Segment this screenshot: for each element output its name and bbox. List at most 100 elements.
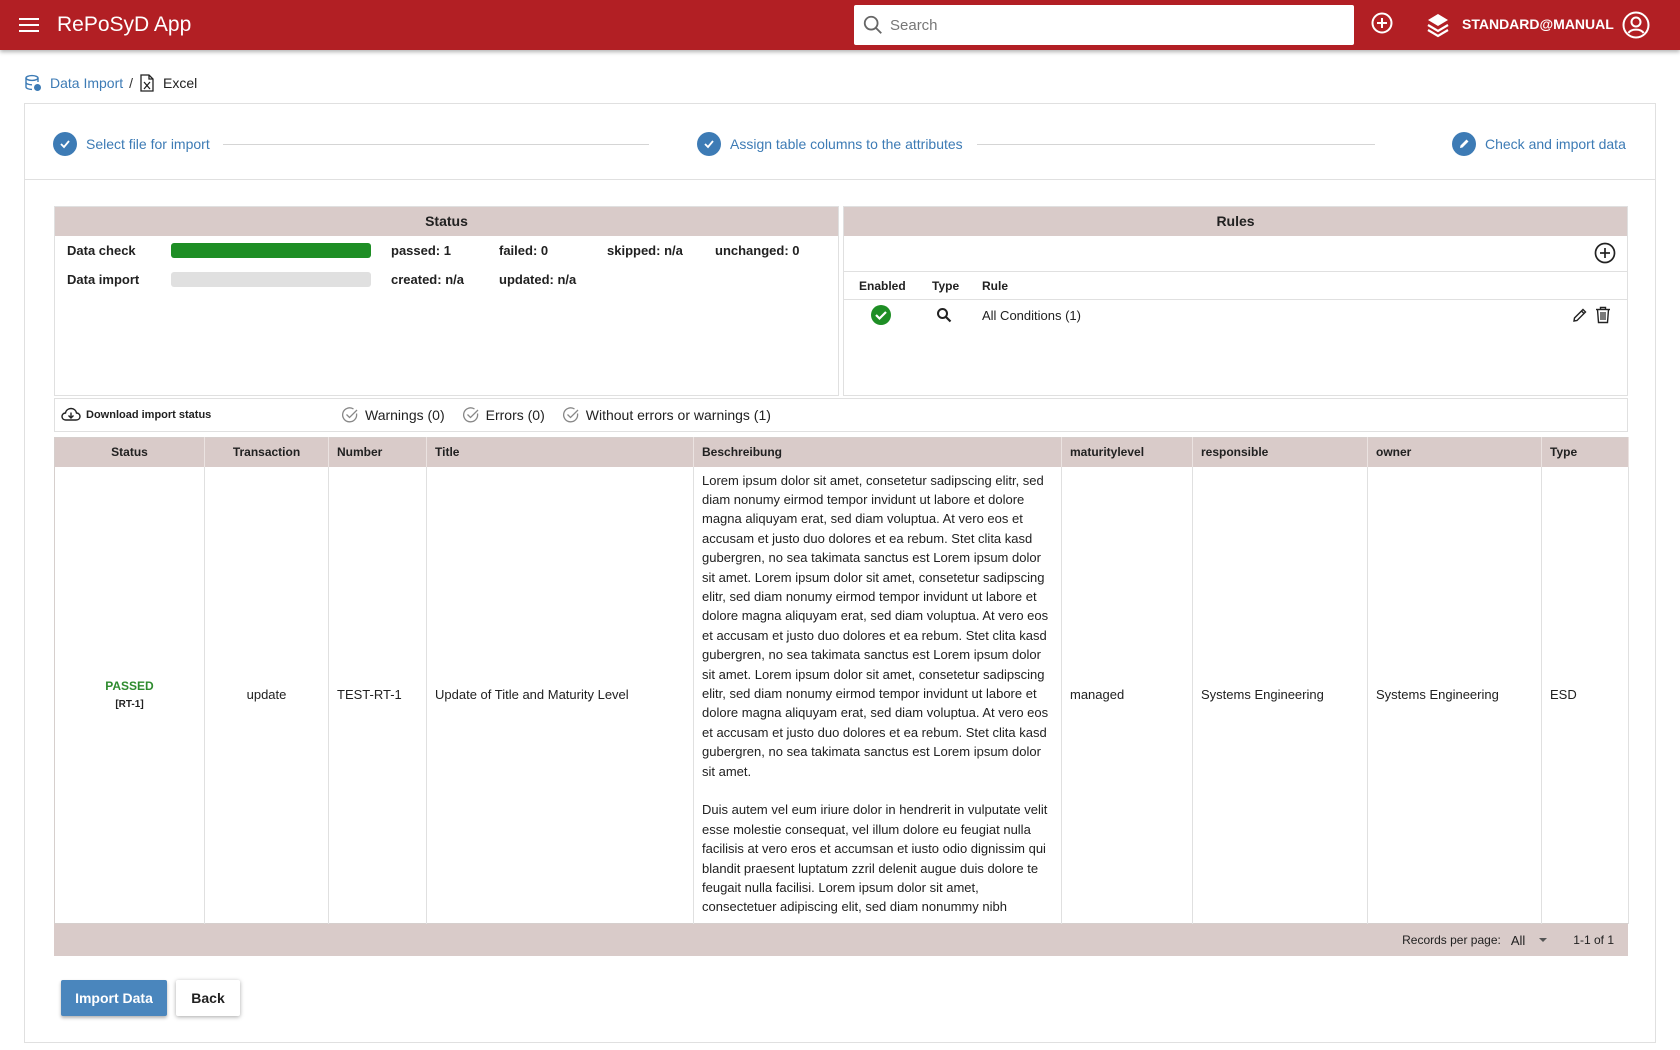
edit-pencil-icon[interactable] [1571,306,1589,327]
filter-without-errors[interactable]: Without errors or warnings (1) [562,406,771,424]
rules-table-header: Enabled Type Rule [844,272,1627,300]
step-assign-columns[interactable]: Assign table columns to the attributes [697,132,963,156]
back-button[interactable]: Back [176,980,240,1016]
records-per-page-label: Records per page: [1402,933,1501,947]
col-transaction[interactable]: Transaction [204,437,329,467]
records-per-page-value: All [1510,932,1526,948]
step-check-import[interactable]: Check and import data [1452,132,1626,156]
account-circle-icon[interactable] [1621,10,1651,45]
rules-toolbar [844,236,1627,272]
created-count: created: n/a [391,272,464,287]
beschreibung-cell: Lorem ipsum dolor sit amet, consetetur s… [693,466,1062,924]
col-title[interactable]: Title [426,437,694,467]
progress-fill [171,243,371,258]
stepper: Select file for import Assign table colu… [25,104,1655,180]
breadcrumb-data-import-link[interactable]: Data Import [50,75,123,91]
dropdown-arrow-icon [1539,938,1548,942]
col-type[interactable]: Type [1541,437,1629,467]
col-responsible[interactable]: responsible [1192,437,1368,467]
cloud-download-icon [61,407,81,421]
step-label: Select file for import [86,136,210,152]
col-maturitylevel[interactable]: maturitylevel [1061,437,1193,467]
user-label[interactable]: STANDARD@MANUAL [1462,16,1614,32]
data-import-progress-bar [171,272,371,287]
delete-trash-icon[interactable] [1595,306,1611,327]
pagination-range: 1-1 of 1 [1573,933,1614,947]
step-label: Assign table columns to the attributes [730,136,963,152]
check-circle-outline-icon [462,407,479,423]
filter-errors-label: Errors (0) [485,407,545,423]
breadcrumb: Data Import / Excel [24,74,197,92]
status-panel-title: Status [55,207,838,236]
status-panel: Status Data check passed: 1 failed: 0 sk… [54,206,839,396]
step-select-file[interactable]: Select file for import [53,132,210,156]
filter-warnings[interactable]: Warnings (0) [341,406,445,424]
add-circle-icon[interactable] [1370,11,1398,39]
title-cell: Update of Title and Maturity Level [426,466,694,924]
skipped-count: skipped: n/a [607,243,683,258]
import-card: Select file for import Assign table colu… [24,103,1656,1043]
search-icon [930,307,982,323]
step-connector [977,144,1375,145]
layers-icon[interactable] [1426,12,1450,43]
unchanged-count: unchanged: 0 [715,243,800,258]
rules-col-rule: Rule [982,278,1009,293]
check-circle-outline-icon [562,407,579,423]
col-beschreibung[interactable]: Beschreibung [693,437,1062,467]
failed-count: failed: 0 [499,243,549,258]
breadcrumb-separator: / [129,75,134,91]
status-cell: PASSED [RT-1] [54,466,205,924]
data-import-row: Data import created: n/a updated: n/a [67,272,576,287]
search-box[interactable] [854,5,1354,45]
search-input[interactable] [890,16,1330,34]
hamburger-menu-icon[interactable] [14,10,44,40]
data-check-row: Data check passed: 1 failed: 0 skipped: … [67,243,800,258]
import-data-button[interactable]: Import Data [61,980,167,1016]
data-check-progress-bar [171,243,371,258]
updated-count: updated: n/a [499,272,577,287]
app-bar: RePoSyD App STANDARD@MANUAL [0,0,1680,50]
rule-name: All Conditions (1) [982,307,1081,323]
app-title: RePoSyD App [57,13,192,36]
import-data-table: Status Transaction Number Title Beschrei… [54,437,1629,924]
check-icon [53,132,77,156]
search-icon [863,15,882,34]
download-label: Download import status [86,409,212,421]
filter-without-errors-label: Without errors or warnings (1) [585,407,771,423]
filter-errors[interactable]: Errors (0) [462,406,545,424]
status-badge: PASSED [105,679,154,694]
col-status[interactable]: Status [54,437,205,467]
download-import-status-button[interactable]: Download import status [61,407,341,423]
rules-panel: Rules Enabled Type Rule All Conditions (… [843,206,1628,396]
rules-panel-title: Rules [844,207,1627,236]
col-number[interactable]: Number [328,437,427,467]
enabled-check-icon[interactable] [844,304,930,326]
step-label: Check and import data [1485,136,1626,152]
type-cell: ESD [1541,466,1629,924]
check-circle-outline-icon [341,407,358,423]
data-import-label: Data import [67,272,140,287]
rules-row: All Conditions (1) [844,300,1627,330]
records-per-page-select[interactable]: All [1511,933,1549,948]
step-connector [223,144,649,145]
transaction-cell: update [204,466,329,924]
table-row[interactable]: PASSED [RT-1] update TEST-RT-1 Update of… [54,466,1629,924]
filter-warnings-label: Warnings (0) [365,407,445,423]
pencil-icon [1452,132,1476,156]
responsible-cell: Systems Engineering [1192,466,1368,924]
owner-cell: Systems Engineering [1367,466,1542,924]
beschreibung-text: Lorem ipsum dolor sit amet, consetetur s… [702,472,1049,915]
status-ref: [RT-1] [115,699,144,711]
table-footer: Records per page: All 1-1 of 1 [54,924,1628,956]
table-header-row: Status Transaction Number Title Beschrei… [54,437,1629,467]
add-rule-icon[interactable] [1593,241,1617,270]
check-icon [697,132,721,156]
number-cell: TEST-RT-1 [328,466,427,924]
excel-file-icon [140,74,154,92]
breadcrumb-current: Excel [163,75,198,91]
rules-col-type: Type [932,278,960,293]
col-owner[interactable]: owner [1367,437,1542,467]
data-check-label: Data check [67,243,136,258]
maturitylevel-cell: managed [1061,466,1193,924]
passed-count: passed: 1 [391,243,451,258]
